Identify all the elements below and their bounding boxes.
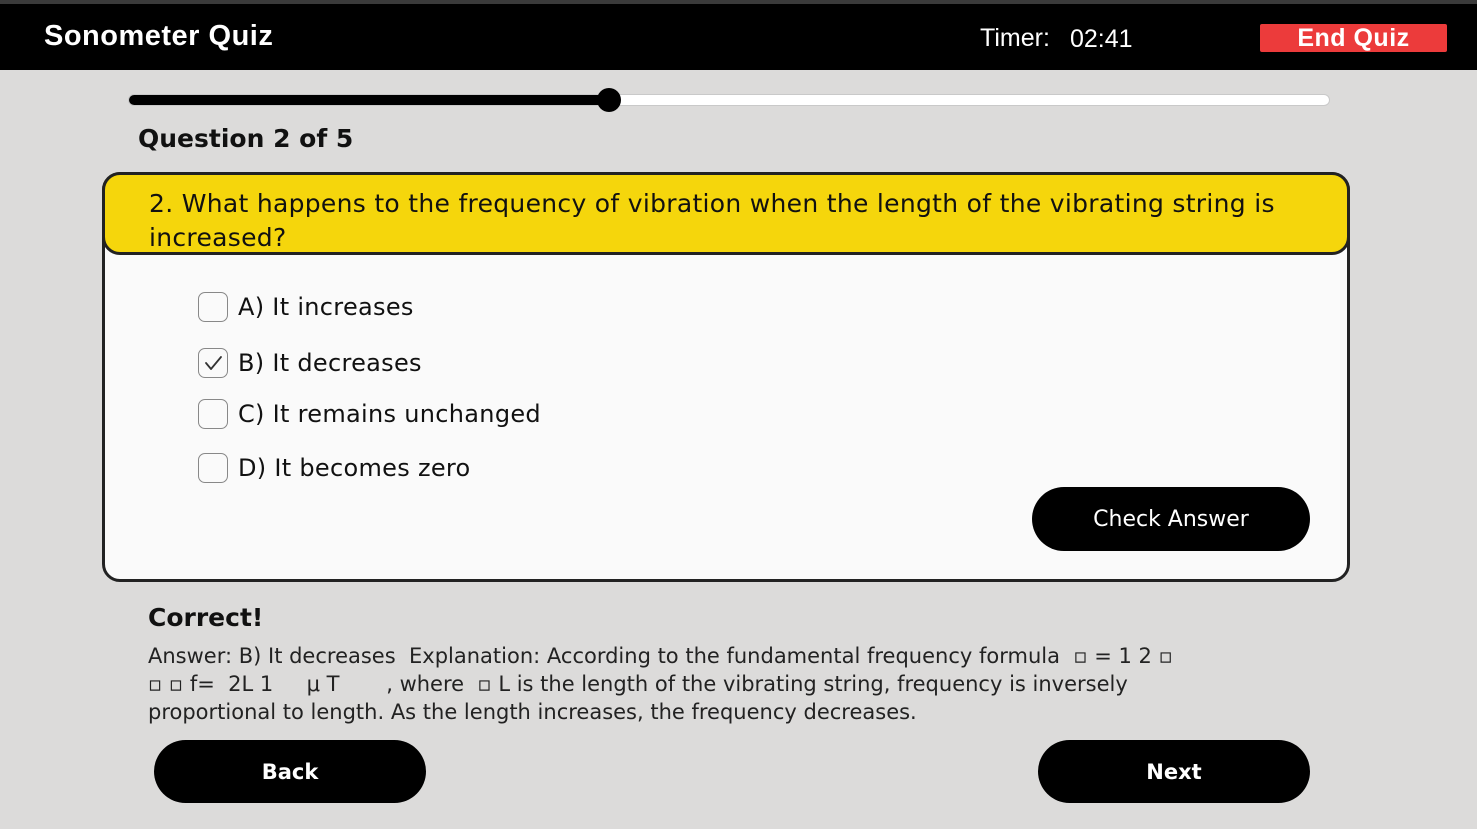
timer-label: Timer: — [980, 24, 1050, 52]
next-button[interactable]: Next — [1038, 740, 1310, 803]
end-quiz-button[interactable]: End Quiz — [1260, 24, 1447, 52]
option-a[interactable]: A) It increases — [198, 290, 414, 324]
question-card: 2. What happens to the frequency of vibr… — [102, 172, 1350, 582]
question-band: 2. What happens to the frequency of vibr… — [102, 172, 1350, 255]
option-b-checkbox[interactable] — [198, 348, 228, 378]
progress-fill — [129, 95, 609, 105]
option-c[interactable]: C) It remains unchanged — [198, 397, 541, 431]
check-answer-button[interactable]: Check Answer — [1032, 487, 1310, 551]
app-title: Sonometer Quiz — [44, 20, 274, 52]
header-bar: Sonometer Quiz Timer: 02:41 End Quiz — [0, 4, 1477, 70]
feedback-line: Answer: B) It decreases Explanation: Acc… — [148, 644, 1173, 668]
option-d-label: D) It becomes zero — [238, 454, 471, 482]
option-b-label: B) It decreases — [238, 349, 422, 377]
option-a-label: A) It increases — [238, 293, 414, 321]
progress-bar — [128, 88, 1330, 112]
option-a-checkbox[interactable] — [198, 292, 228, 322]
feedback-explanation: Answer: B) It decreases Explanation: Acc… — [148, 642, 1288, 726]
option-d[interactable]: D) It becomes zero — [198, 451, 471, 485]
option-d-checkbox[interactable] — [198, 453, 228, 483]
feedback-title: Correct! — [148, 603, 264, 632]
option-b[interactable]: B) It decreases — [198, 346, 422, 380]
question-counter: Question 2 of 5 — [138, 124, 354, 153]
question-text: 2. What happens to the frequency of vibr… — [149, 189, 1275, 252]
option-c-label: C) It remains unchanged — [238, 400, 541, 428]
back-button[interactable]: Back — [154, 740, 426, 803]
feedback-line: proportional to length. As the length in… — [148, 700, 917, 724]
option-c-checkbox[interactable] — [198, 399, 228, 429]
timer-value: 02:41 — [1070, 25, 1133, 53]
progress-knob[interactable] — [597, 88, 621, 112]
checkmark-icon — [205, 356, 222, 370]
feedback-line: ▫ ▫ f= 2L 1 μ T , where ▫ L is the lengt… — [148, 672, 1128, 696]
